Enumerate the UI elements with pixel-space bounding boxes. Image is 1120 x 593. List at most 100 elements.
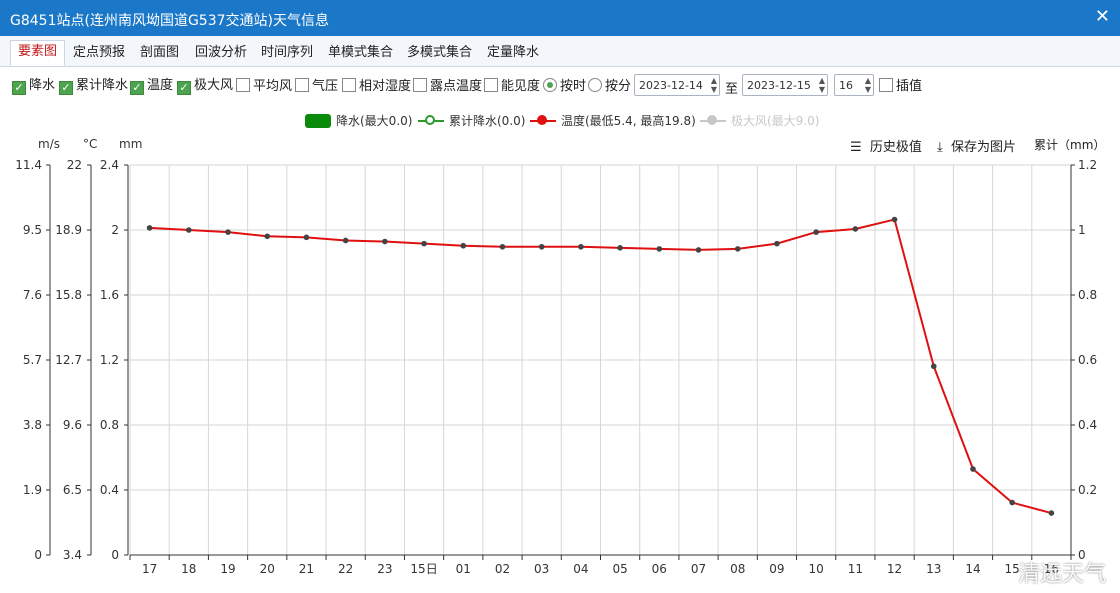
check-icon: ✓ [12, 81, 26, 95]
end-date-input[interactable]: 2023-12-15 ▲ ▼ [742, 74, 828, 96]
checkbox-dewpoint[interactable]: 露点温度 [413, 78, 482, 94]
filled-dot-line-icon [700, 115, 726, 127]
tab-multi-model-ensemble[interactable]: 多模式集合 [400, 42, 479, 64]
wind-tick-label: 0 [34, 548, 42, 562]
temperature-point [695, 247, 702, 253]
checkbox-label: 温度 [147, 78, 174, 93]
chart-axes: 0 3.4 0 01.9 6.5 0.4 0.23.8 9.6 0.8 0.45.7 12.7 1.2… [15, 158, 1097, 576]
radio-by-minute[interactable]: 按分 [588, 78, 631, 94]
temp-tick-label: 6.5 [63, 483, 82, 497]
temperature-point [225, 229, 231, 235]
save-image-button[interactable]: ⤓ 保存为图片 [937, 136, 1016, 155]
checkbox-interpolate[interactable]: 插值 [879, 78, 922, 94]
legend-dot [707, 115, 717, 125]
temperature-point [342, 237, 349, 244]
temperature-point [264, 233, 271, 240]
temperature-point [186, 227, 192, 233]
temp-tick-label: 22 [67, 158, 82, 172]
checkbox-label: 累计降水 [76, 78, 129, 93]
wind-tick-label: 9.5 [23, 223, 42, 237]
radio-dot [543, 78, 557, 92]
temperature-point [382, 238, 388, 245]
temperature-point [146, 225, 153, 231]
check-icon: ✓ [59, 81, 73, 95]
x-tick-label: 15日 [410, 562, 437, 576]
x-tick-label: 13 [926, 562, 941, 576]
tab-point-forecast[interactable]: 定点预报 [66, 42, 132, 64]
tab-single-model-ensemble[interactable]: 单模式集合 [321, 42, 400, 64]
spinner-icon[interactable]: ▲ ▼ [711, 76, 717, 94]
checkbox-rel-humidity[interactable]: 相对湿度 [342, 78, 411, 94]
legend-label: 降水(最大0.0) [336, 114, 413, 128]
legend-temperature[interactable]: 温度(最低5.4, 最高19.8) [530, 112, 696, 129]
radio-label: 按时 [560, 79, 587, 94]
checkbox-temperature[interactable]: ✓ 温度 [130, 78, 174, 95]
radio-hourly[interactable]: 按时 [543, 78, 586, 94]
tab-time-series[interactable]: 时间序列 [254, 42, 320, 64]
temperature-point [813, 229, 819, 235]
temp-tick-label: 12.7 [55, 353, 82, 367]
legend-label: 温度(最低5.4, 最高19.8) [561, 114, 696, 128]
temperature-point [656, 246, 663, 252]
options-toolbar: ✓ 降水 ✓ 累计降水 ✓ 温度 ✓ 极大风 平均风 气压 相对湿度 露点温度 能见度 … [0, 72, 1120, 100]
checkbox-precip[interactable]: ✓ 降水 [12, 78, 56, 95]
checkbox-pressure[interactable]: 气压 [295, 78, 338, 94]
checkbox-box [413, 78, 427, 92]
checkbox-box [879, 78, 893, 92]
x-tick-label: 14 [965, 562, 980, 576]
spinner-icon[interactable]: ▲ ▼ [819, 76, 825, 94]
x-tick-label: 21 [299, 562, 314, 576]
hollow-dot-line-icon [418, 115, 444, 127]
temperature-point [538, 243, 545, 250]
close-icon[interactable]: ✕ [1095, 6, 1110, 27]
check-icon: ✓ [177, 81, 191, 95]
cum-precip-tick-label: 0.2 [1078, 483, 1097, 497]
start-date-input[interactable]: 2023-12-14 ▲ ▼ [634, 74, 720, 96]
temp-tick-label: 18.9 [55, 223, 82, 237]
legend-label: 累计降水(0.0) [449, 114, 526, 128]
hour-input[interactable]: 16 ▲ ▼ [834, 74, 874, 96]
temperature-point [499, 243, 506, 250]
precip-unit: mm [119, 137, 143, 151]
legend-precip[interactable]: 降水(最大0.0) [305, 112, 412, 129]
wind-tick-label: 3.8 [23, 418, 42, 432]
download-icon: ⤓ [937, 140, 943, 155]
temperature-point [970, 466, 976, 472]
temperature-point [303, 234, 310, 241]
end-date-value: 2023-12-15 [747, 79, 811, 92]
tab-echo-analysis[interactable]: 回波分析 [188, 42, 254, 64]
chart-series [146, 216, 1055, 516]
tab-quantitative-precip[interactable]: 定量降水 [480, 42, 546, 64]
filled-dot-line-icon [530, 115, 556, 127]
x-tick-label: 06 [652, 562, 667, 576]
to-label: 至 [725, 82, 739, 97]
temperature-point [1009, 499, 1015, 506]
checkbox-max-wind[interactable]: ✓ 极大风 [177, 78, 233, 95]
tab-profile[interactable]: 剖面图 [133, 42, 186, 64]
legend-cum-precip[interactable]: 累计降水(0.0) [418, 112, 525, 129]
spinner-icon[interactable]: ▲ ▼ [865, 76, 871, 94]
x-tick-label: 01 [456, 562, 471, 576]
temperature-point [460, 242, 467, 249]
checkbox-label: 降水 [29, 78, 56, 93]
precip-tick-label: 0.8 [100, 418, 119, 432]
precip-tick-label: 2.4 [100, 158, 119, 172]
temp-tick-label: 15.8 [55, 288, 82, 302]
x-tick-label: 20 [260, 562, 275, 576]
x-tick-label: 12 [887, 562, 902, 576]
legend-dot [425, 115, 435, 125]
checkbox-avg-wind[interactable]: 平均风 [236, 78, 292, 94]
chart-grid [129, 164, 1072, 556]
radio-label: 按分 [605, 79, 632, 94]
temperature-point [421, 240, 427, 247]
cum-precip-tick-label: 0.6 [1078, 353, 1097, 367]
tab-elements[interactable]: 要素图 [10, 40, 66, 66]
legend-label: 极大风(最大9.0) [731, 114, 820, 128]
history-extremes-button[interactable]: ☰ 历史极值 [850, 136, 922, 155]
legend-max-wind[interactable]: 极大风(最大9.0) [700, 112, 819, 129]
x-tick-label: 17 [142, 562, 157, 576]
checkbox-visibility[interactable]: 能见度 [484, 78, 540, 94]
checkbox-cum-precip[interactable]: ✓ 累计降水 [59, 78, 129, 95]
temperature-point [734, 246, 741, 252]
precip-tick-label: 0 [111, 548, 119, 562]
